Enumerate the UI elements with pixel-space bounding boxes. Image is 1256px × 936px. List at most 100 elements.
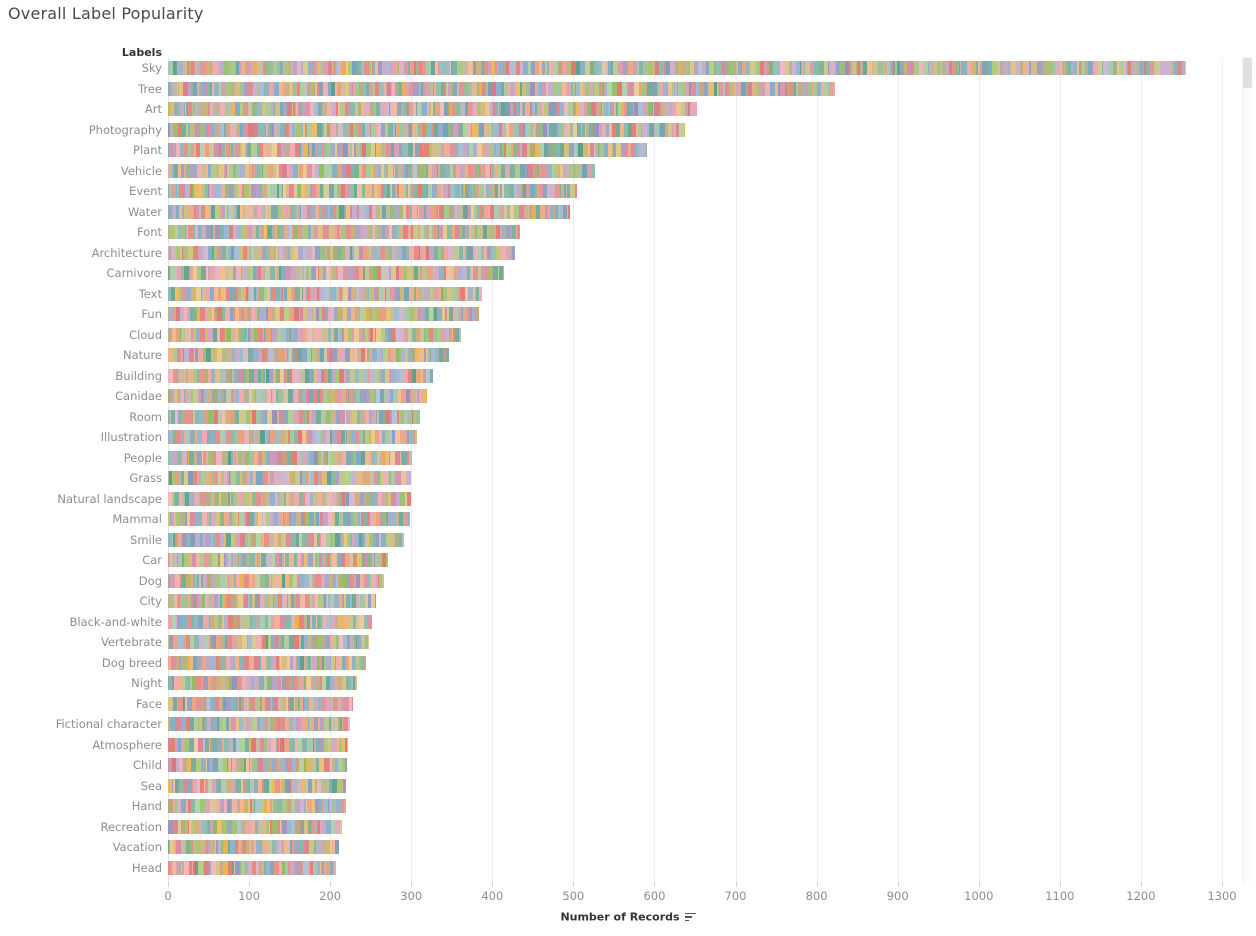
row-label[interactable]: Canidae [0, 386, 162, 407]
row-label[interactable]: Room [0, 407, 162, 428]
row-label[interactable]: Fictional character [0, 714, 162, 735]
bar-row[interactable]: Plant [0, 140, 1256, 161]
bar-row[interactable]: Atmosphere [0, 735, 1256, 756]
row-label[interactable]: Atmosphere [0, 735, 162, 756]
bar[interactable] [168, 61, 1187, 75]
bar[interactable] [168, 635, 370, 649]
bar-row[interactable]: Fictional character [0, 714, 1256, 735]
row-label[interactable]: Font [0, 222, 162, 243]
bar[interactable] [168, 184, 577, 198]
row-label[interactable]: Recreation [0, 817, 163, 838]
row-label[interactable]: Carnivore [0, 263, 162, 284]
bar-row[interactable]: Text [0, 284, 1256, 305]
row-label[interactable]: Photography [0, 120, 162, 141]
row-label[interactable]: Natural landscape [0, 489, 162, 510]
bar-row[interactable]: Water [0, 202, 1256, 223]
bar[interactable] [168, 143, 648, 157]
bar[interactable] [168, 450, 413, 465]
bar[interactable] [168, 245, 515, 260]
bar-row[interactable]: Face [0, 694, 1256, 715]
bar-row[interactable]: Sea [0, 776, 1256, 797]
bar[interactable] [168, 676, 357, 690]
bar[interactable] [168, 573, 385, 588]
row-label[interactable]: Vacation [0, 837, 162, 858]
row-label[interactable]: Night [0, 673, 162, 694]
bar[interactable] [168, 122, 686, 137]
bar-row[interactable]: Black-and-white [0, 612, 1256, 633]
bar[interactable] [168, 717, 350, 731]
bar-row[interactable]: Cloud [0, 325, 1256, 346]
bar[interactable] [168, 594, 376, 608]
bar-row[interactable]: Vehicle [0, 161, 1256, 182]
bar[interactable] [168, 819, 343, 834]
bar-row[interactable]: Canidae [0, 386, 1256, 407]
bar-row[interactable]: Architecture [0, 243, 1256, 264]
row-label[interactable]: Sea [0, 776, 162, 797]
bar[interactable] [168, 778, 347, 793]
bar[interactable] [168, 368, 434, 383]
bar-row[interactable]: Child [0, 755, 1256, 776]
row-label[interactable]: Sky [0, 58, 162, 79]
bar[interactable] [168, 286, 482, 301]
bar[interactable] [168, 696, 353, 711]
bar-row[interactable]: Dog [0, 571, 1256, 592]
bar-row[interactable]: Car [0, 550, 1256, 571]
bar[interactable] [168, 204, 571, 219]
bar[interactable] [168, 348, 450, 362]
row-label[interactable]: Black-and-white [0, 612, 162, 633]
bar-row[interactable]: Nature [0, 345, 1256, 366]
sort-descending-icon[interactable] [684, 912, 696, 922]
bar[interactable] [168, 614, 373, 629]
row-label[interactable]: Illustration [0, 427, 162, 448]
bar-row[interactable]: Recreation [0, 817, 1256, 838]
bar[interactable] [168, 266, 504, 280]
bar[interactable] [168, 491, 412, 506]
row-label[interactable]: Vertebrate [0, 632, 162, 653]
row-label[interactable]: Child [0, 755, 162, 776]
row-label[interactable]: Plant [0, 140, 162, 161]
bar[interactable] [168, 758, 348, 772]
vertical-scrollbar-thumb[interactable] [1243, 58, 1252, 88]
bar-row[interactable]: Room [0, 407, 1256, 428]
bar[interactable] [168, 655, 366, 670]
row-label[interactable]: City [0, 591, 162, 612]
bar[interactable] [168, 225, 520, 239]
bar-row[interactable]: Building [0, 366, 1256, 387]
bar[interactable] [168, 327, 462, 342]
bar-row[interactable]: Dog breed [0, 653, 1256, 674]
row-label[interactable]: Tree [0, 79, 162, 100]
bar[interactable] [168, 430, 417, 444]
bar-row[interactable]: Mammal [0, 509, 1256, 530]
bar-row[interactable]: Tree [0, 79, 1256, 100]
row-label[interactable]: People [0, 448, 162, 469]
bar-row[interactable]: Art [0, 99, 1256, 120]
bar-row[interactable]: Photography [0, 120, 1256, 141]
row-label[interactable]: Dog breed [0, 653, 162, 674]
row-label[interactable]: Building [0, 366, 162, 387]
bar-row[interactable]: Fun [0, 304, 1256, 325]
row-label[interactable]: Head [0, 858, 162, 879]
row-label[interactable]: Fun [0, 304, 162, 325]
row-label[interactable]: Hand [0, 796, 162, 817]
bar[interactable] [168, 799, 346, 813]
bar-row[interactable]: Smile [0, 530, 1256, 551]
row-label[interactable]: Mammal [0, 509, 162, 530]
bar-row[interactable]: Night [0, 673, 1256, 694]
bar-row[interactable]: Sky [0, 58, 1256, 79]
bar[interactable] [168, 102, 697, 116]
bar-row[interactable]: People [0, 448, 1256, 469]
bar-row[interactable]: Natural landscape [0, 489, 1256, 510]
row-label[interactable]: Nature [0, 345, 162, 366]
bar[interactable] [168, 163, 596, 178]
vertical-scrollbar[interactable] [1242, 56, 1252, 884]
bar[interactable] [168, 389, 428, 403]
bar-row[interactable]: Head [0, 858, 1256, 879]
bar-row[interactable]: Vacation [0, 837, 1256, 858]
bar-row[interactable]: Font [0, 222, 1256, 243]
bar-row[interactable]: Hand [0, 796, 1256, 817]
bar-row[interactable]: Event [0, 181, 1256, 202]
bar[interactable] [168, 81, 836, 96]
bar[interactable] [168, 512, 410, 526]
bar-row[interactable]: Vertebrate [0, 632, 1256, 653]
row-label[interactable]: Car [0, 550, 162, 571]
